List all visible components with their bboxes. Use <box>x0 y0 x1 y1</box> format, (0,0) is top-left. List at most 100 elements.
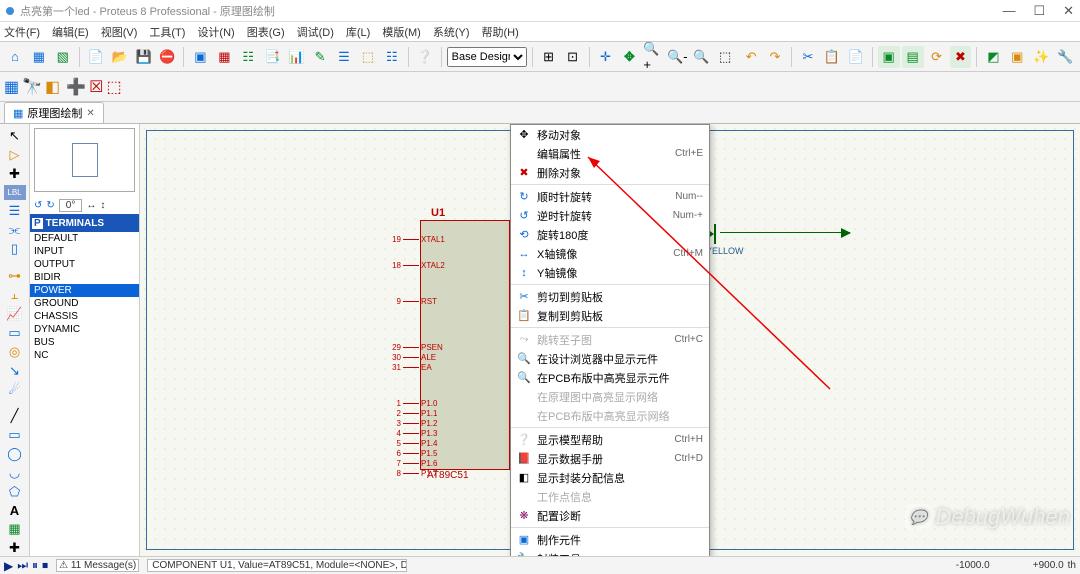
graph-tool-icon[interactable]: 📈 <box>4 306 26 322</box>
zoom-fit-icon[interactable]: 🔍 <box>690 46 712 68</box>
list-item[interactable]: BUS <box>30 336 139 349</box>
schematic-icon[interactable]: ▦ <box>28 46 50 68</box>
menu-item[interactable]: 模版(M) <box>382 24 421 40</box>
context-menu-item[interactable]: ❋配置诊断 <box>511 506 709 525</box>
cut-icon[interactable]: ✂ <box>797 46 819 68</box>
tab-close-icon[interactable]: ✕ <box>86 108 94 119</box>
block-delete-icon[interactable]: ✖ <box>950 46 972 68</box>
pref-icon[interactable]: ☷ <box>381 46 403 68</box>
list-item[interactable]: NC <box>30 349 139 362</box>
block-rotate-icon[interactable]: ⟳ <box>926 46 948 68</box>
make-icon[interactable]: ▣ <box>1006 46 1028 68</box>
new-icon[interactable]: 📄 <box>85 46 107 68</box>
close-button[interactable]: ✕ <box>1063 3 1074 19</box>
pin[interactable]: 19XTAL1 <box>387 235 445 244</box>
redo-icon[interactable]: ↷ <box>764 46 786 68</box>
generator-tool-icon[interactable]: ◎ <box>4 344 26 360</box>
text2d-tool-icon[interactable]: A <box>4 503 26 518</box>
center-icon[interactable]: ✛ <box>595 46 617 68</box>
pin[interactable]: 7P1.6 <box>387 459 437 468</box>
menu-item[interactable]: 编辑(E) <box>52 24 89 40</box>
context-menu-item[interactable]: ◧显示封装分配信息 <box>511 468 709 487</box>
menu-item[interactable]: 库(L) <box>346 24 370 40</box>
menu-item[interactable]: 文件(F) <box>4 24 40 40</box>
step-icon[interactable]: ⏭ <box>17 558 28 573</box>
pause-icon[interactable]: ⏸ <box>32 558 38 573</box>
select-tool-icon[interactable]: ↖ <box>4 128 26 144</box>
pin[interactable]: 9RST <box>387 297 437 306</box>
list-item[interactable]: DEFAULT <box>30 232 139 245</box>
context-menu-item[interactable]: 🔍在PCB布版中高亮显示元件 <box>511 368 709 387</box>
terminals-list[interactable]: DEFAULTINPUTOUTPUTBIDIRPOWERGROUNDCHASSI… <box>30 232 139 556</box>
list-item[interactable]: POWER <box>30 284 139 297</box>
list-item[interactable]: INPUT <box>30 245 139 258</box>
doc-icon[interactable]: 📑 <box>261 46 283 68</box>
context-menu-item[interactable]: ✖删除对象 <box>511 163 709 182</box>
block-move-icon[interactable]: ▤ <box>902 46 924 68</box>
marker-tool-icon[interactable]: ✚ <box>4 540 26 556</box>
circle-tool-icon[interactable]: ◯ <box>4 446 26 462</box>
pick-icon[interactable]: ◩ <box>982 46 1004 68</box>
zoom-out-icon[interactable]: 🔍- <box>666 46 688 68</box>
close-file-icon[interactable]: ⛔ <box>157 46 179 68</box>
context-menu-item[interactable]: ❔显示模型帮助Ctrl+H <box>511 430 709 449</box>
context-menu-item[interactable]: ✥移动对象 <box>511 125 709 144</box>
pan-icon[interactable]: ✥ <box>618 46 640 68</box>
pin[interactable]: 1P1.0 <box>387 399 437 408</box>
context-menu-item[interactable]: ↔X轴镜像Ctrl+M <box>511 244 709 263</box>
pin[interactable]: 5P1.4 <box>387 439 437 448</box>
pin[interactable]: 4P1.3 <box>387 429 437 438</box>
binary-icon[interactable]: ⬚ <box>357 46 379 68</box>
open-icon[interactable]: 📂 <box>109 46 131 68</box>
wrench-icon[interactable]: 🔧 <box>1054 46 1076 68</box>
search-icon[interactable]: 🔭 <box>22 77 42 97</box>
schematic-canvas[interactable]: U1 AT89C51 19XTAL118XTAL29RST29PSEN30ALE… <box>140 124 1080 556</box>
pin[interactable]: 2P1.1 <box>387 409 437 418</box>
pin-tool-icon[interactable]: ⫠ <box>4 287 26 303</box>
poly-tool-icon[interactable]: ⬠ <box>4 484 26 500</box>
stop-icon[interactable]: ⏹ <box>42 558 48 573</box>
flip-h-icon[interactable]: ↔ <box>86 200 96 211</box>
tab-schematic[interactable]: ▦ 原理图绘制 ✕ <box>4 102 104 123</box>
home-icon[interactable]: ⌂ <box>4 46 26 68</box>
edit-icon[interactable]: ✎ <box>309 46 331 68</box>
text-tool-icon[interactable]: ☰ <box>4 203 26 219</box>
context-menu-item[interactable]: 🔍在设计浏览器中显示元件 <box>511 349 709 368</box>
layout-icon[interactable]: ▣ <box>189 46 211 68</box>
component-tool-icon[interactable]: ▷ <box>4 147 26 163</box>
menu-item[interactable]: 工具(T) <box>149 24 185 40</box>
junction-tool-icon[interactable]: ✚ <box>4 166 26 182</box>
context-menu-item[interactable]: ▣制作元件 <box>511 530 709 549</box>
menu-item[interactable]: 帮助(H) <box>482 24 519 40</box>
context-menu-item[interactable]: ⟲旋转180度 <box>511 225 709 244</box>
report-icon[interactable]: 📊 <box>285 46 307 68</box>
block-copy-icon[interactable]: ▣ <box>878 46 900 68</box>
del-sheet-icon[interactable]: ☒ <box>89 77 103 97</box>
arc-tool-icon[interactable]: ◡ <box>4 465 26 481</box>
grid-icon[interactable]: ⊞ <box>538 46 560 68</box>
pin[interactable]: 30ALE <box>387 353 436 362</box>
label-tool-icon[interactable]: LBL <box>4 185 26 200</box>
list-item[interactable]: CHASSIS <box>30 310 139 323</box>
context-menu-item[interactable]: ↻顺时针旋转Num-- <box>511 187 709 206</box>
context-menu-item[interactable]: 📕显示数据手册Ctrl+D <box>511 449 709 468</box>
pin[interactable]: 6P1.5 <box>387 449 437 458</box>
menu-item[interactable]: 设计(N) <box>197 24 234 40</box>
subcircuit-tool-icon[interactable]: ▯ <box>4 241 26 257</box>
undo-icon[interactable]: ↶ <box>740 46 762 68</box>
line-tool-icon[interactable]: ╱ <box>4 408 26 424</box>
list-icon[interactable]: ☰ <box>333 46 355 68</box>
wand-icon[interactable]: ✨ <box>1030 46 1052 68</box>
pin[interactable]: 31EA <box>387 363 432 372</box>
menu-item[interactable]: 视图(V) <box>101 24 138 40</box>
messages-count[interactable]: ⚠ 11 Message(s) <box>56 559 139 572</box>
rect-tool-icon[interactable]: ▭ <box>4 427 26 443</box>
record-tool-icon[interactable]: ▭ <box>4 325 26 341</box>
exit-sheet-icon[interactable]: ⬚ <box>106 77 121 97</box>
zoom-in-icon[interactable]: 🔍+ <box>642 46 664 68</box>
zoom-area-icon[interactable]: ⬚ <box>714 46 736 68</box>
symbol-tool-icon[interactable]: ▦ <box>4 521 26 537</box>
new-sheet-icon[interactable]: ➕ <box>66 77 86 97</box>
copy-icon[interactable]: 📋 <box>821 46 843 68</box>
net-icon[interactable]: ▦ <box>4 77 19 97</box>
